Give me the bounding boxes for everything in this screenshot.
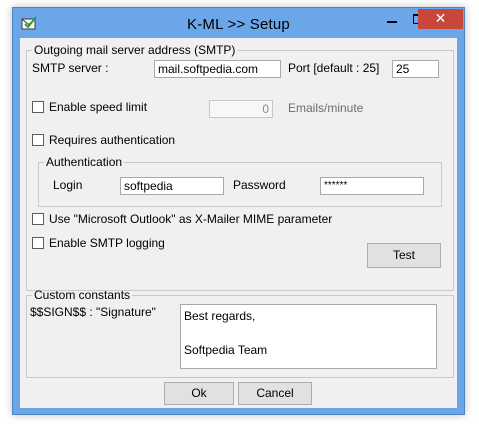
- test-button[interactable]: Test: [367, 243, 441, 268]
- outlook-mailer-checkbox[interactable]: [32, 213, 44, 225]
- signature-constant-label: $$SIGN$$ : "Signature": [30, 305, 156, 319]
- requires-auth-checkbox[interactable]: [32, 134, 44, 146]
- speed-unit-label: Emails/minute: [288, 101, 364, 115]
- ok-button[interactable]: Ok: [164, 382, 234, 405]
- cancel-button[interactable]: Cancel: [238, 382, 312, 405]
- speed-limit-label[interactable]: Enable speed limit: [49, 100, 147, 114]
- signature-textarea[interactable]: Best regards, Softpedia Team: [180, 304, 437, 369]
- requires-auth-label[interactable]: Requires authentication: [49, 133, 175, 147]
- smtp-server-input[interactable]: mail.softpedia.com: [154, 60, 281, 78]
- password-input[interactable]: ******: [320, 177, 424, 195]
- outlook-mailer-label[interactable]: Use "Microsoft Outlook" as X-Mailer MIME…: [49, 212, 332, 226]
- custom-constants-legend: Custom constants: [34, 288, 131, 302]
- smtp-logging-checkbox[interactable]: [32, 237, 44, 249]
- password-label: Password: [233, 178, 286, 192]
- speed-limit-checkbox[interactable]: [32, 101, 44, 113]
- port-input[interactable]: 25: [392, 60, 439, 78]
- smtp-group-legend: Outgoing mail server address (SMTP): [34, 43, 236, 57]
- setup-window: K-ML >> Setup ✕ Outgoing mail server add…: [12, 7, 465, 415]
- port-label: Port [default : 25]: [288, 61, 380, 75]
- smtp-logging-label[interactable]: Enable SMTP logging: [49, 236, 165, 250]
- minimize-button[interactable]: [379, 9, 405, 29]
- title-bar[interactable]: K-ML >> Setup ✕: [13, 8, 464, 38]
- authentication-group-legend: Authentication: [46, 155, 123, 169]
- login-input[interactable]: softpedia: [120, 177, 224, 195]
- login-label: Login: [53, 178, 83, 192]
- close-icon: ✕: [434, 11, 447, 27]
- speed-value-input[interactable]: 0: [209, 100, 273, 118]
- dialog-client-area: Outgoing mail server address (SMTP) SMTP…: [20, 38, 457, 408]
- close-button[interactable]: ✕: [418, 9, 463, 29]
- smtp-server-label: SMTP server :: [32, 61, 109, 75]
